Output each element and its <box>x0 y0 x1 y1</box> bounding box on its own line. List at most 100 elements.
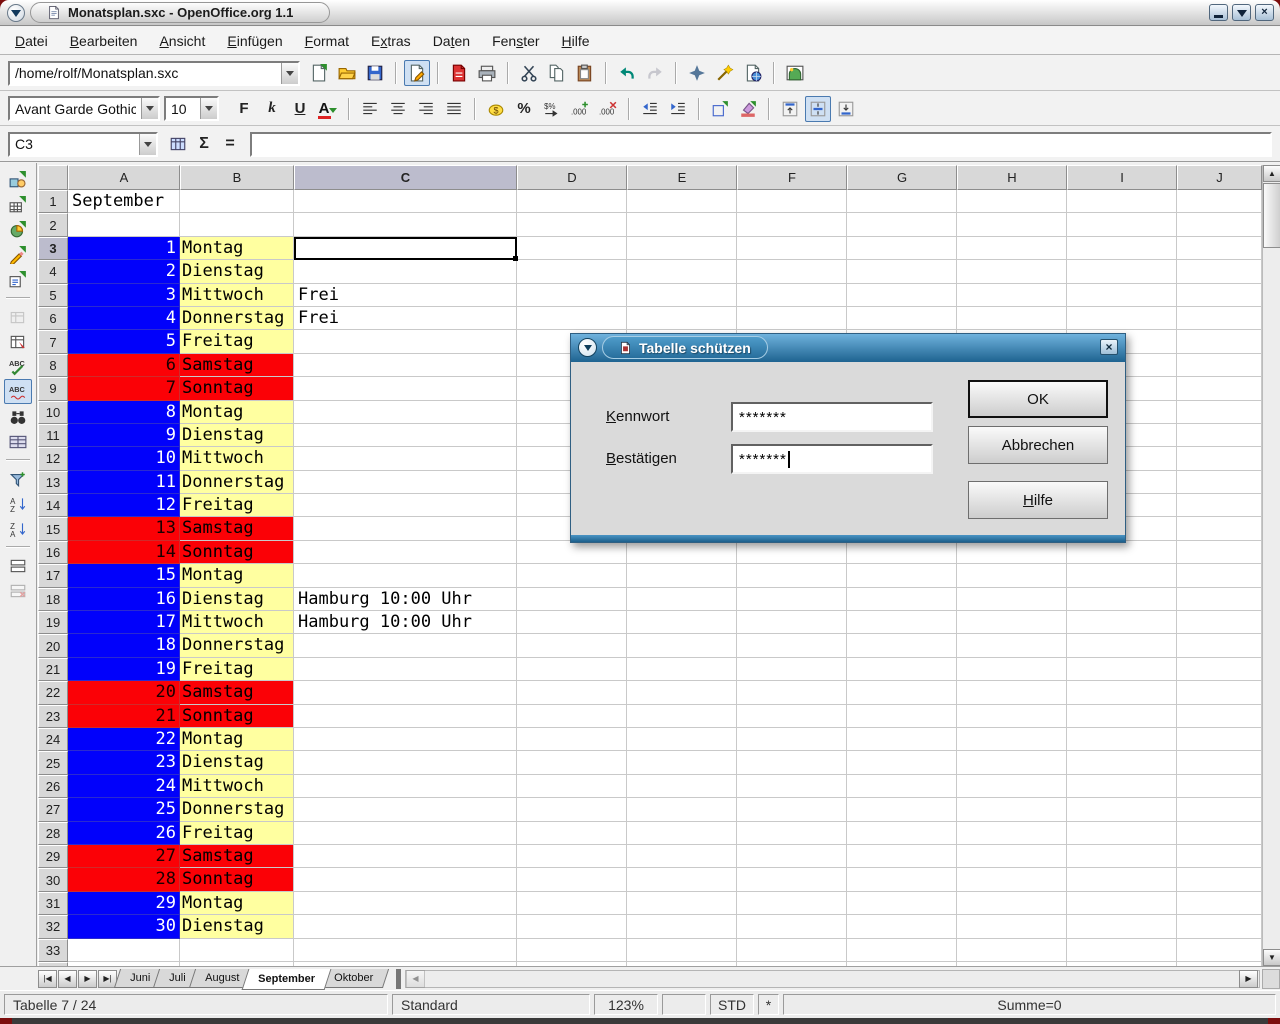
grid-cell[interactable]: 20 <box>68 681 180 704</box>
grid-cell[interactable] <box>294 213 517 236</box>
grid-cell[interactable]: Mittwoch <box>180 447 294 470</box>
grid-cell[interactable]: 11 <box>68 471 180 494</box>
grid-cell[interactable] <box>517 564 627 587</box>
grid-cell[interactable]: 24 <box>68 775 180 798</box>
grid-cell[interactable] <box>627 611 737 634</box>
grid-cell[interactable] <box>847 822 957 845</box>
grid-cell[interactable] <box>517 915 627 938</box>
row-header[interactable]: 26 <box>38 775 68 798</box>
gallery-button[interactable] <box>782 60 808 86</box>
grid-cell[interactable] <box>294 845 517 868</box>
grid-cell[interactable] <box>294 658 517 681</box>
grid-cell[interactable]: Sonntag <box>180 377 294 400</box>
grid-cell[interactable] <box>294 939 517 962</box>
grid-cell[interactable] <box>737 775 847 798</box>
grid-cell[interactable]: 29 <box>68 892 180 915</box>
insert-form-button[interactable] <box>4 267 32 292</box>
align-center-vertical-button[interactable] <box>805 96 831 122</box>
first-sheet-button[interactable]: |◀ <box>38 970 57 988</box>
grid-cell[interactable] <box>517 658 627 681</box>
auto-spellcheck-button[interactable]: ABC <box>4 379 32 404</box>
grid-cell[interactable] <box>1177 447 1262 470</box>
grid-cell[interactable] <box>517 260 627 283</box>
grid-cell[interactable] <box>627 213 737 236</box>
abbrechen-button[interactable]: Abbrechen <box>968 426 1108 464</box>
grid-cell[interactable] <box>294 868 517 891</box>
grid-cell[interactable] <box>847 681 957 704</box>
dialog-menu-button[interactable] <box>578 338 597 357</box>
grid-cell[interactable]: 14 <box>68 541 180 564</box>
grid-cell[interactable] <box>294 705 517 728</box>
grid-cell[interactable] <box>294 517 517 540</box>
function-wizard-button[interactable] <box>166 132 190 156</box>
grid-cell[interactable] <box>294 728 517 751</box>
select-all-corner[interactable] <box>38 165 68 190</box>
data-sources-button[interactable] <box>4 429 32 454</box>
grid-cell[interactable] <box>847 588 957 611</box>
grid-cell[interactable]: Dienstag <box>180 915 294 938</box>
grid[interactable]: ABCDEFGHIJ1September231Montag42Dienstag5… <box>38 165 1262 966</box>
row-header[interactable]: 27 <box>38 798 68 821</box>
grid-cell[interactable] <box>847 237 957 260</box>
save-document-button[interactable] <box>362 60 388 86</box>
grid-cell[interactable] <box>957 634 1067 657</box>
grid-cell[interactable] <box>737 564 847 587</box>
grid-cell[interactable] <box>1177 939 1262 962</box>
grid-cell[interactable]: Freitag <box>180 658 294 681</box>
row-header[interactable]: 6 <box>38 307 68 330</box>
grid-cell[interactable] <box>180 190 294 213</box>
grid-cell[interactable]: Sonntag <box>180 868 294 891</box>
row-header[interactable]: 19 <box>38 611 68 634</box>
grid-cell[interactable] <box>1177 307 1262 330</box>
font-color-button[interactable]: A <box>315 96 341 122</box>
row-header[interactable]: 4 <box>38 260 68 283</box>
grid-cell[interactable] <box>627 564 737 587</box>
font-name-dropdown-button[interactable] <box>141 98 158 119</box>
grid-cell[interactable] <box>517 939 627 962</box>
grid-cell[interactable] <box>847 658 957 681</box>
row-header[interactable]: 25 <box>38 751 68 774</box>
grid-cell[interactable] <box>517 705 627 728</box>
new-document-button[interactable] <box>306 60 332 86</box>
grid-cell[interactable] <box>957 190 1067 213</box>
grid-cell[interactable] <box>1177 634 1262 657</box>
grid-cell[interactable]: Sonntag <box>180 541 294 564</box>
grid-cell[interactable]: 30 <box>68 915 180 938</box>
status-zoom[interactable]: 123% <box>594 994 658 1015</box>
grid-cell[interactable] <box>627 751 737 774</box>
grid-cell[interactable] <box>1177 354 1262 377</box>
grid-cell[interactable] <box>1067 728 1177 751</box>
row-header[interactable]: 12 <box>38 447 68 470</box>
grid-cell[interactable] <box>847 564 957 587</box>
grid-cell[interactable] <box>957 588 1067 611</box>
grid-cell[interactable] <box>847 868 957 891</box>
grid-cell[interactable] <box>737 705 847 728</box>
grid-cell[interactable] <box>737 681 847 704</box>
grid-cell[interactable] <box>1067 658 1177 681</box>
grid-cell[interactable] <box>847 284 957 307</box>
grid-cell[interactable]: 9 <box>68 424 180 447</box>
active-cell-cursor[interactable] <box>294 237 517 260</box>
grid-cell[interactable] <box>1067 307 1177 330</box>
grid-cell[interactable] <box>517 681 627 704</box>
row-header[interactable]: 9 <box>38 377 68 400</box>
menu-datei[interactable]: Datei <box>4 30 59 52</box>
grid-cell[interactable]: Samstag <box>180 681 294 704</box>
tab-splitter-handle[interactable] <box>396 969 401 989</box>
column-header-D[interactable]: D <box>517 165 627 190</box>
row-header[interactable]: 14 <box>38 494 68 517</box>
grid-cell[interactable] <box>737 588 847 611</box>
row-header[interactable]: 30 <box>38 868 68 891</box>
grid-cell[interactable] <box>737 213 847 236</box>
grid-cell[interactable] <box>627 728 737 751</box>
previous-sheet-button[interactable]: ◀ <box>58 970 77 988</box>
sort-descending-button[interactable]: ZA <box>4 516 32 541</box>
grid-cell[interactable] <box>517 541 627 564</box>
row-header[interactable]: 13 <box>38 471 68 494</box>
grid-cell[interactable] <box>627 190 737 213</box>
grid-cell[interactable] <box>517 307 627 330</box>
grid-cell[interactable] <box>1067 611 1177 634</box>
column-header-G[interactable]: G <box>847 165 957 190</box>
grid-cell[interactable] <box>847 845 957 868</box>
grid-cell[interactable] <box>627 658 737 681</box>
